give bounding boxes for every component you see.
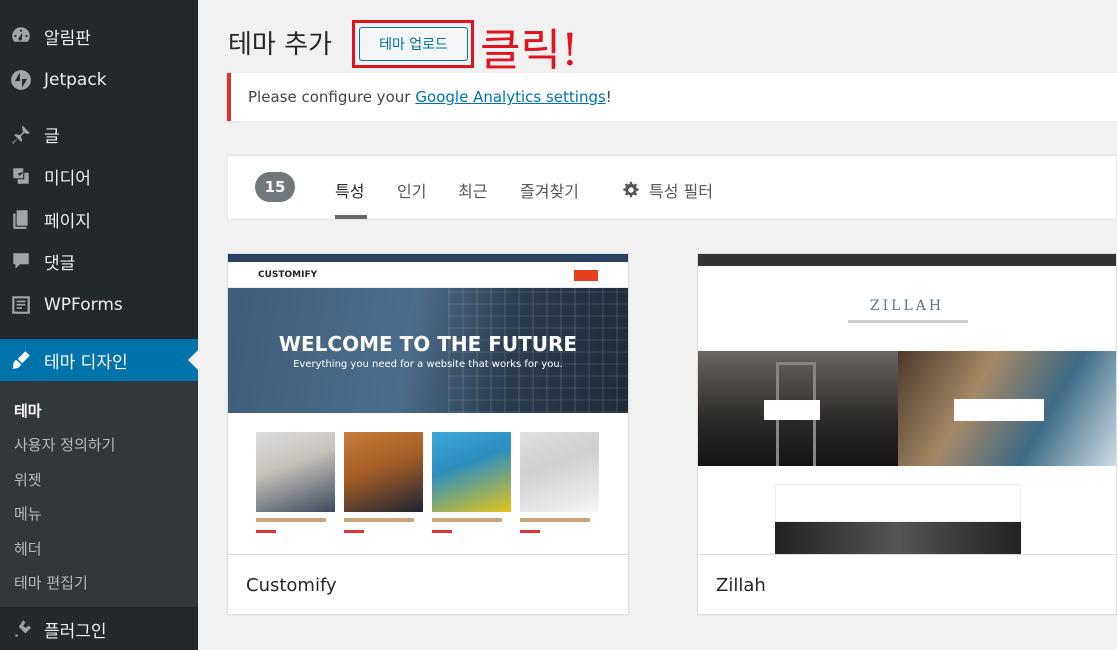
sidebar-item-media[interactable]: 미디어 xyxy=(0,162,198,190)
preview-button xyxy=(574,270,598,281)
notice-suffix: ! xyxy=(605,88,612,106)
tab-featured[interactable]: 특성 xyxy=(335,178,364,202)
submenu-item-theme-editor[interactable]: 테마 편집기 xyxy=(14,572,88,593)
preview-product-label xyxy=(256,518,326,522)
submenu-item-header[interactable]: 헤더 xyxy=(14,538,42,559)
preview-logo: CUSTOMIFY xyxy=(258,270,318,280)
preview-tagline xyxy=(848,320,968,323)
current-tab-underline xyxy=(335,215,367,219)
preview-topbar xyxy=(698,254,1116,266)
theme-count-badge: 15 xyxy=(255,172,295,202)
sidebar-item-label: 글 xyxy=(44,126,60,147)
preview-post-image xyxy=(775,522,1021,554)
sidebar-item-jetpack[interactable]: Jetpack xyxy=(0,66,198,94)
dashboard-icon xyxy=(9,24,33,48)
sidebar-item-label: 미디어 xyxy=(44,168,91,189)
sidebar-item-label: 플러그인 xyxy=(44,621,107,642)
submenu-item-menus[interactable]: 메뉴 xyxy=(14,503,42,524)
submenu-item-themes[interactable]: 테마 xyxy=(14,400,42,421)
plugins-icon xyxy=(9,617,33,641)
sidebar-item-appearance[interactable]: 테마 디자인 xyxy=(0,339,198,381)
sidebar-item-label: 알림판 xyxy=(44,28,91,49)
comments-icon xyxy=(9,249,33,273)
preview-product-image xyxy=(344,432,423,512)
preview-nav: CUSTOMIFY xyxy=(228,262,628,288)
preview-product-label xyxy=(520,518,590,522)
sidebar-item-comments[interactable]: 댓글 xyxy=(0,247,198,275)
preview-hero-subtitle: Everything you need for a website that w… xyxy=(293,359,563,370)
preview-caption-box xyxy=(954,399,1044,421)
wpforms-icon xyxy=(9,293,33,317)
preview-product-label xyxy=(344,518,414,522)
analytics-notice: Please configure your Google Analytics s… xyxy=(227,73,1117,121)
active-indicator-arrow xyxy=(188,350,198,370)
theme-screenshot: CUSTOMIFY WELCOME TO THE FUTURE Everythi… xyxy=(228,254,628,554)
preview-topbar xyxy=(228,254,628,262)
preview-logo: ZILLAH xyxy=(869,298,945,314)
preview-caption-box xyxy=(764,400,820,420)
theme-name: Zillah xyxy=(698,554,1116,614)
sidebar-item-wpforms[interactable]: WPForms xyxy=(0,291,198,319)
preview-product-image xyxy=(432,432,511,512)
pages-icon xyxy=(9,207,33,231)
pin-icon xyxy=(9,122,33,146)
feature-filter-label: 특성 필터 xyxy=(649,182,713,201)
preview-rating xyxy=(256,530,276,533)
sidebar-item-label: 테마 디자인 xyxy=(44,352,128,373)
sidebar-item-plugins[interactable]: 플러그인 xyxy=(0,615,198,643)
sidebar-item-label: WPForms xyxy=(44,295,123,315)
sidebar-item-dashboard[interactable]: 알림판 xyxy=(0,22,198,50)
sidebar-item-posts[interactable]: 글 xyxy=(0,120,198,148)
page-title: 테마 추가 xyxy=(228,30,332,60)
preview-rating xyxy=(432,530,452,533)
tab-favorites[interactable]: 즐겨찾기 xyxy=(520,178,579,202)
theme-filter-bar: 15 특성 인기 최근 즐겨찾기 특성 필터 xyxy=(227,155,1117,220)
tab-latest[interactable]: 최근 xyxy=(458,178,487,202)
sidebar-item-label: Jetpack xyxy=(44,70,107,90)
preview-product-image xyxy=(256,432,335,512)
sidebar-item-label: 페이지 xyxy=(44,211,91,232)
preview-product-image xyxy=(520,432,599,512)
submenu-item-widgets[interactable]: 위젯 xyxy=(14,469,42,490)
theme-card-zillah[interactable]: ZILLAH Zillah xyxy=(697,253,1117,615)
click-annotation: 클릭! xyxy=(480,25,579,76)
preview-product-label xyxy=(432,518,502,522)
sidebar-item-label: 댓글 xyxy=(44,253,76,274)
preview-rating xyxy=(520,530,540,533)
jetpack-icon xyxy=(9,68,33,92)
appearance-brush-icon xyxy=(9,348,33,372)
preview-post-card xyxy=(775,484,1021,522)
appearance-submenu: 테마 사용자 정의하기 위젯 메뉴 헤더 테마 편집기 xyxy=(0,381,198,607)
media-icon xyxy=(9,164,33,188)
preview-hero: WELCOME TO THE FUTURE Everything you nee… xyxy=(228,288,628,413)
theme-name: Customify xyxy=(228,554,628,614)
theme-card-customify[interactable]: CUSTOMIFY WELCOME TO THE FUTURE Everythi… xyxy=(227,253,629,615)
tab-popular[interactable]: 인기 xyxy=(397,178,426,202)
upload-theme-button[interactable]: 테마 업로드 xyxy=(359,27,468,61)
feature-filter-button[interactable]: 특성 필터 xyxy=(622,178,713,202)
preview-hero-title: WELCOME TO THE FUTURE xyxy=(278,332,578,356)
preview-rating xyxy=(344,530,364,533)
theme-screenshot: ZILLAH xyxy=(698,254,1116,554)
gear-icon xyxy=(623,181,639,198)
analytics-settings-link[interactable]: Google Analytics settings xyxy=(415,88,605,106)
admin-sidebar: 알림판 Jetpack 글 미디어 페이지 댓글 WPForms 테마 디자인 … xyxy=(0,0,198,650)
submenu-item-customize[interactable]: 사용자 정의하기 xyxy=(14,434,115,455)
notice-text: Please configure your xyxy=(248,88,411,106)
sidebar-item-pages[interactable]: 페이지 xyxy=(0,205,198,233)
